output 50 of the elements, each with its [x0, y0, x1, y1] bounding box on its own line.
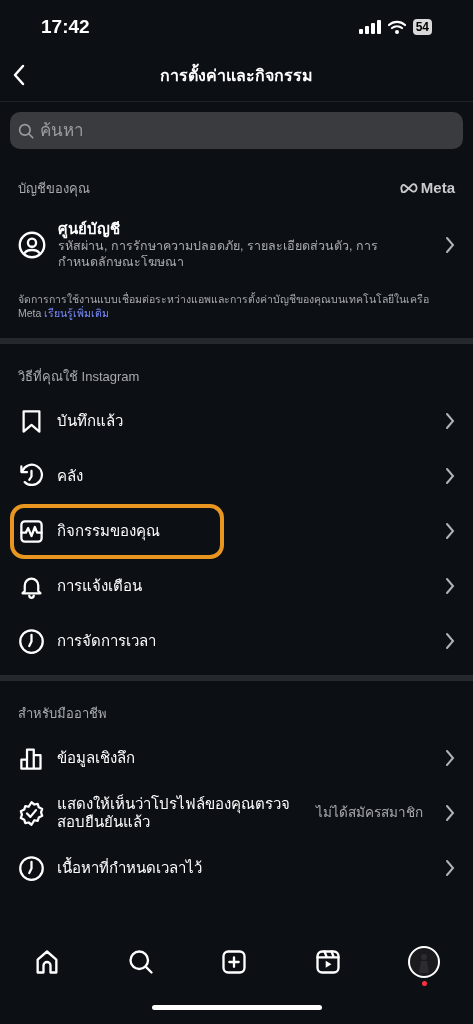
search-icon[interactable] [126, 948, 155, 976]
settings-row[interactable]: เนื้อหาที่กำหนดเวลาไว้ [0, 840, 473, 896]
settings-row[interactable]: บันทึกแล้ว [0, 393, 473, 449]
search-field[interactable]: ค้นหา [10, 112, 463, 149]
chevron-icon [445, 804, 455, 822]
settings-row[interactable]: การจัดการเวลา [0, 613, 473, 669]
signal-icon [358, 20, 381, 34]
item-label: การแจ้งเตือน [57, 577, 143, 595]
clock-icon [18, 854, 45, 882]
settings-row[interactable]: ข้อมูลเชิงลึก [0, 730, 473, 786]
activity-icon [18, 517, 45, 545]
chevron-icon [445, 749, 455, 767]
chevron-icon [445, 467, 455, 485]
item-label: คลัง [57, 467, 84, 485]
item-label: ข้อมูลเชิงลึก [57, 749, 136, 767]
item-value: ไม่ได้สมัครสมาชิก [316, 803, 423, 822]
settings-row[interactable]: แสดงให้เห็นว่าโปรไฟล์ของคุณตรวจสอบยืนยันแล้ว ไม่ได้สมัครสมาชิก [0, 785, 473, 841]
item-label: แสดงให้เห็นว่าโปรไฟล์ของคุณตรวจสอบยืนยันแล้ว [57, 795, 291, 831]
chevron-icon [445, 577, 455, 595]
clock-icon [18, 627, 45, 655]
section-title: สำหรับมืออาชีพ [18, 705, 107, 721]
section-title: วิธีที่คุณใช้ Instagram [18, 368, 140, 384]
back-button[interactable] [12, 64, 26, 86]
item-label: การจัดการเวลา [57, 632, 157, 650]
section-title: บัญชีของคุณ [18, 179, 90, 198]
play-square-icon[interactable] [314, 948, 343, 976]
page-title: การตั้งค่าและกิจกรรม [160, 63, 313, 88]
learn-more-link[interactable]: เรียนรู้เพิ่มเติม [44, 306, 110, 319]
chevron-icon [445, 235, 455, 254]
chevron-icon [445, 412, 455, 430]
status-time: 17:42 [41, 14, 90, 39]
settings-row[interactable]: กิจกรรมของคุณ [0, 503, 473, 559]
battery-level: 54 [412, 19, 432, 35]
item-label: บันทึกแล้ว [57, 412, 124, 430]
accounts-note: จัดการการใช้งานแบบเชื่อมต่อระหว่างแอพและการตั้งค่าบัญชีของคุณบนเทคโนโลยีในเครือ Meta เรียนรู้เพิ่มเติม [17, 291, 430, 322]
settings-row[interactable]: คลัง [0, 448, 473, 504]
chevron-icon [445, 632, 455, 650]
chevron-icon [445, 522, 455, 540]
chevron-icon [445, 859, 455, 877]
wifi-icon [387, 20, 406, 34]
item-label: ศูนย์บัญชี [58, 219, 121, 238]
item-label: เนื้อหาที่กำหนดเวลาไว้ [57, 859, 203, 877]
verified-badge-icon [18, 799, 45, 827]
meta-logo: Meta [399, 177, 455, 200]
item-description: รหัสผ่าน, การรักษาความปลอดภัย, รายละเอียดส่วนตัว, การกำหนดลักษณะโฆษณา [58, 238, 379, 270]
accounts-center-row[interactable]: ศูนย์บัญชี รหัสผ่าน, การรักษาความปลอดภัย, รายละเอียดส่วนตัว, การกำหนดลักษณะโฆษณา [0, 211, 473, 278]
profile-icon [18, 230, 46, 259]
item-label: กิจกรรมของคุณ [57, 522, 161, 540]
settings-row[interactable]: การแจ้งเตือน [0, 558, 473, 614]
plus-square-icon[interactable] [220, 948, 249, 976]
